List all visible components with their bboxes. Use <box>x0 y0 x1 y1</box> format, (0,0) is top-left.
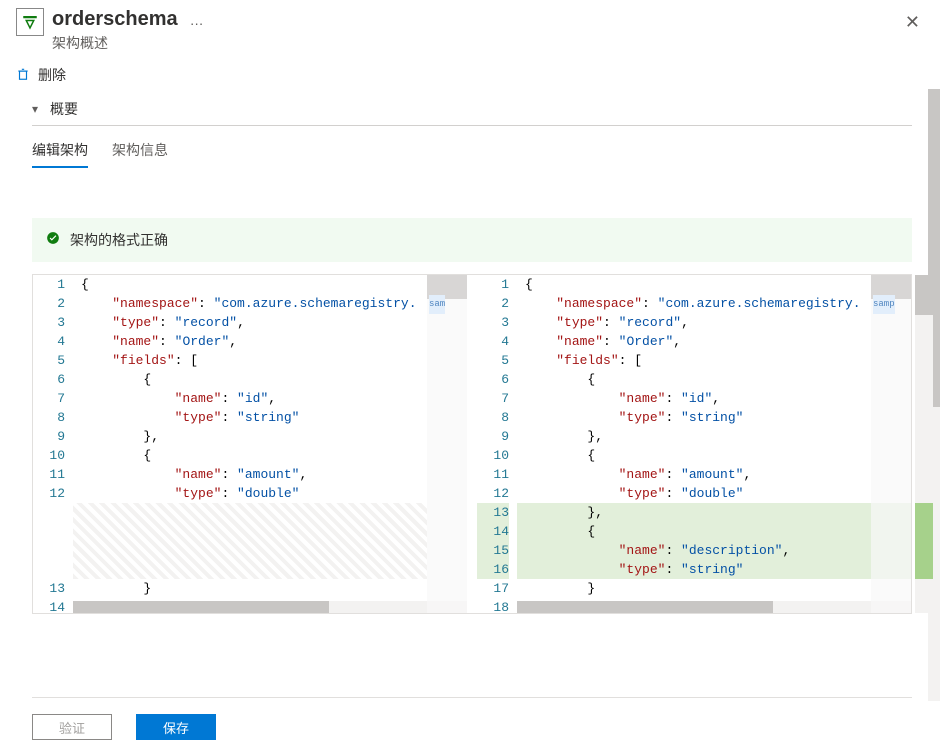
line-number: 4 <box>33 332 65 351</box>
diff-left-pane[interactable]: 1 2 3 4 5 6 7 8 9 10 11 12 13 14 { "name… <box>33 275 467 613</box>
line-number: 9 <box>33 427 65 446</box>
chevron-down-icon: ▾ <box>32 102 38 116</box>
section-overview-title: 概要 <box>50 99 78 119</box>
line-number: 14 <box>33 598 65 613</box>
diff-removed-placeholder <box>73 503 427 579</box>
line-number: 2 <box>33 294 65 313</box>
schema-icon <box>16 8 44 36</box>
more-menu[interactable]: … <box>190 12 206 28</box>
line-number: 15 <box>477 541 509 560</box>
left-h-scrollbar-thumb[interactable] <box>73 601 329 613</box>
line-number: 6 <box>477 370 509 389</box>
delete-label: 删除 <box>38 65 66 85</box>
line-number: 12 <box>33 484 65 503</box>
header-titles: orderschema … 架构概述 <box>52 8 897 53</box>
line-number: 1 <box>477 275 509 294</box>
line-number: 13 <box>477 503 509 522</box>
line-number: 11 <box>477 465 509 484</box>
right-h-scrollbar[interactable] <box>517 601 911 613</box>
line-number: 12 <box>477 484 509 503</box>
line-number: 5 <box>33 351 65 370</box>
overview-thumb[interactable] <box>915 275 933 315</box>
line-number: 7 <box>477 389 509 408</box>
line-number: 18 <box>477 598 509 613</box>
line-number: 8 <box>33 408 65 427</box>
section-overview-header[interactable]: ▾ 概要 <box>32 93 912 126</box>
tab-edit-schema[interactable]: 编辑架构 <box>32 136 88 168</box>
diff-overview-ruler[interactable] <box>915 275 933 613</box>
minimap-label: samp <box>873 295 895 314</box>
left-minimap[interactable]: sam <box>427 275 467 613</box>
trash-icon <box>16 67 30 84</box>
left-h-scrollbar[interactable] <box>73 601 467 613</box>
close-button[interactable]: ✕ <box>897 8 928 37</box>
right-minimap[interactable]: samp <box>871 275 911 613</box>
left-gutter: 1 2 3 4 5 6 7 8 9 10 11 12 13 14 <box>33 275 73 613</box>
page-title: orderschema <box>52 8 178 31</box>
line-number: 2 <box>477 294 509 313</box>
line-number: 3 <box>477 313 509 332</box>
line-number: 5 <box>477 351 509 370</box>
line-number: 17 <box>477 579 509 598</box>
line-number: 9 <box>477 427 509 446</box>
line-number: 3 <box>33 313 65 332</box>
check-icon <box>46 231 60 250</box>
overview-added-marker[interactable] <box>915 503 933 579</box>
right-gutter: 1 2 3 4 5 6 7 8 9 10 11 12 13 14 15 16 1… <box>477 275 517 613</box>
delete-button[interactable]: 删除 <box>0 57 944 89</box>
tab-schema-info[interactable]: 架构信息 <box>112 136 168 168</box>
line-number: 10 <box>477 446 509 465</box>
line-number: 11 <box>33 465 65 484</box>
footer: 验证 保存 <box>32 697 912 740</box>
line-number: 14 <box>477 522 509 541</box>
status-bar: 架构的格式正确 <box>32 218 912 262</box>
diff-editor: 1 2 3 4 5 6 7 8 9 10 11 12 13 14 { "name… <box>32 274 912 614</box>
validate-button[interactable]: 验证 <box>32 714 112 740</box>
diff-right-pane[interactable]: 1 2 3 4 5 6 7 8 9 10 11 12 13 14 15 16 1… <box>477 275 911 613</box>
line-number: 10 <box>33 446 65 465</box>
line-number: 1 <box>33 275 65 294</box>
right-h-scrollbar-thumb[interactable] <box>517 601 773 613</box>
line-number: 7 <box>33 389 65 408</box>
tabs: 编辑架构 架构信息 <box>32 136 912 168</box>
page-subtitle: 架构概述 <box>52 33 897 53</box>
status-message: 架构的格式正确 <box>70 230 168 250</box>
line-number: 4 <box>477 332 509 351</box>
minimap-label: sam <box>429 295 445 314</box>
right-code[interactable]: { "namespace": "com.azure.schemaregistry… <box>517 275 911 613</box>
line-number: 13 <box>33 579 65 598</box>
save-button[interactable]: 保存 <box>136 714 216 740</box>
line-number: 6 <box>33 370 65 389</box>
line-number: 8 <box>477 408 509 427</box>
line-number: 16 <box>477 560 509 579</box>
